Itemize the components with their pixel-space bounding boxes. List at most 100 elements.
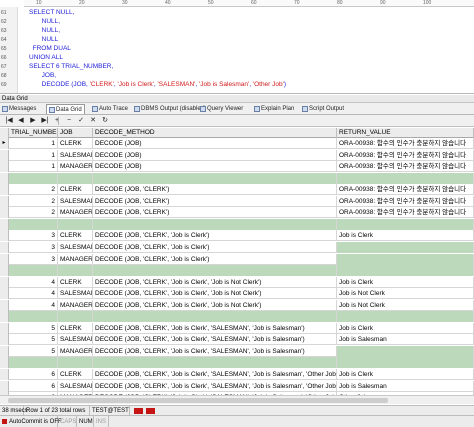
cell-job[interactable]: SALESMAN [58, 380, 93, 392]
row-indicator[interactable] [0, 161, 9, 173]
cell-return-value[interactable] [337, 218, 474, 230]
cell-job[interactable]: SALESMAN [58, 149, 93, 161]
cell-decode-method[interactable]: DECODE (JOB, 'CLERK', 'Job is Clerk', 'J… [93, 276, 337, 288]
table-row[interactable]: 4 MANAGER DECODE (JOB, 'CLERK', 'Job is Cl… [0, 299, 474, 311]
column-header-return-value[interactable]: RETURN_VALUE [337, 128, 474, 138]
separator-row[interactable] [0, 218, 474, 230]
cell-trial-number[interactable]: 1 [9, 149, 58, 161]
tab-messages[interactable]: Messages [2, 104, 36, 114]
cell-trial-number[interactable]: 4 [9, 288, 58, 300]
cell-return-value[interactable]: ORA-00938: 함수의 인수가 충분하지 않습니다 [337, 207, 474, 219]
table-row[interactable]: 1 MANAGER DECODE (JOB) ORA-00938: 함수의 인수가 충… [0, 161, 474, 173]
column-header-job[interactable]: JOB [58, 128, 93, 138]
cell-trial-number[interactable]: 6 [9, 369, 58, 380]
cell-decode-method[interactable]: DECODE (JOB, 'CLERK', 'Job is Clerk') [93, 253, 337, 265]
cell-job[interactable]: SALESMAN [58, 195, 93, 207]
cell-decode-method[interactable]: DECODE (JOB, 'CLERK', 'Job is Clerk', 'S… [93, 334, 337, 346]
cell-return-value[interactable]: Job is Salesman [337, 334, 474, 346]
row-indicator[interactable] [0, 253, 9, 265]
cell-decode-method[interactable]: DECODE (JOB, 'CLERK', 'Job is Clerk', 'J… [93, 299, 337, 311]
cell-decode-method[interactable] [93, 265, 337, 277]
cell-trial-number[interactable]: 1 [9, 161, 58, 173]
row-indicator[interactable] [0, 207, 9, 219]
table-row[interactable]: 3 CLERK DECODE (JOB, 'CLERK', 'Job is Cler… [0, 230, 474, 242]
cell-job[interactable]: MANAGER [58, 299, 93, 311]
tab-explain-plan[interactable]: Explain Plan [254, 104, 294, 114]
row-indicator[interactable] [0, 288, 9, 300]
cell-trial-number[interactable]: 2 [9, 195, 58, 207]
cell-decode-method[interactable]: DECODE (JOB, 'CLERK') [93, 207, 337, 219]
refresh-data-button[interactable]: ↻ [100, 116, 110, 126]
separator-row[interactable] [0, 172, 474, 184]
code-line[interactable]: 66 UNION ALL [0, 53, 474, 62]
tab-query-viewer[interactable]: Query Viewer [200, 104, 243, 114]
cell-decode-method[interactable]: DECODE (JOB, 'CLERK') [93, 184, 337, 196]
row-indicator[interactable] [0, 218, 9, 230]
cell-decode-method[interactable]: DECODE (JOB, 'CLERK', 'Job is Clerk', 'J… [93, 288, 337, 300]
cell-decode-method[interactable]: DECODE (JOB) [93, 149, 337, 161]
tab-auto-trace[interactable]: Auto Trace [92, 104, 128, 114]
separator-row[interactable] [0, 265, 474, 277]
cell-job[interactable]: MANAGER [58, 345, 93, 357]
row-indicator[interactable] [0, 299, 9, 311]
cell-trial-number[interactable]: 2 [9, 184, 58, 196]
cell-return-value[interactable] [337, 253, 474, 265]
table-row[interactable]: 5 SALESMAN DECODE (JOB, 'CLERK', 'Job is C… [0, 334, 474, 346]
cell-job[interactable]: SALESMAN [58, 334, 93, 346]
cell-decode-method[interactable] [93, 172, 337, 184]
insert-record-button[interactable]: + [52, 116, 62, 126]
cell-trial-number[interactable] [9, 265, 58, 277]
cell-decode-method[interactable] [93, 311, 337, 323]
table-row[interactable]: 2 SALESMAN DECODE (JOB, 'CLERK') ORA-00938:… [0, 195, 474, 207]
code-line[interactable]: 62 NULL, [0, 17, 474, 26]
cell-trial-number[interactable]: 5 [9, 345, 58, 357]
table-row[interactable]: 6 CLERK DECODE (JOB, 'CLERK', 'Job is Cler… [0, 369, 474, 380]
cell-return-value[interactable]: Job is Clerk [337, 276, 474, 288]
cell-return-value[interactable]: Job is Not Clerk [337, 299, 474, 311]
row-indicator[interactable] [0, 311, 9, 323]
next-record-button[interactable]: ▶ [28, 116, 38, 126]
prior-record-button[interactable]: ◀ [16, 116, 26, 126]
cell-job[interactable]: CLERK [58, 276, 93, 288]
cell-trial-number[interactable]: 3 [9, 241, 58, 253]
cell-job[interactable]: SALESMAN [58, 241, 93, 253]
cell-trial-number[interactable] [9, 311, 58, 323]
cell-return-value[interactable]: ORA-00938: 함수의 인수가 충분하지 않습니다 [337, 184, 474, 196]
row-indicator[interactable] [0, 369, 9, 380]
cell-trial-number[interactable]: 3 [9, 230, 58, 242]
cell-trial-number[interactable]: 3 [9, 253, 58, 265]
row-indicator[interactable] [0, 265, 9, 277]
code-line[interactable]: 64 NULL [0, 35, 474, 44]
table-row[interactable]: 4 CLERK DECODE (JOB, 'CLERK', 'Job is Cler… [0, 276, 474, 288]
code-line[interactable]: 67 SELECT 6 TRIAL_NUMBER, [0, 62, 474, 71]
row-indicator[interactable] [0, 241, 9, 253]
code-line[interactable]: 68 JOB, [0, 71, 474, 80]
post-edit-button[interactable]: ✓ [76, 116, 86, 126]
cell-job[interactable] [58, 172, 93, 184]
table-row[interactable]: 2 MANAGER DECODE (JOB, 'CLERK') ORA-00938: … [0, 207, 474, 219]
cell-decode-method[interactable]: DECODE (JOB, 'CLERK', 'Job is Clerk', 'S… [93, 322, 337, 334]
cell-return-value[interactable]: ORA-00938: 함수의 인수가 충분하지 않습니다 [337, 138, 474, 149]
table-row[interactable]: 4 SALESMAN DECODE (JOB, 'CLERK', 'Job is C… [0, 288, 474, 300]
table-row[interactable]: 3 MANAGER DECODE (JOB, 'CLERK', 'Job is Cl… [0, 253, 474, 265]
cell-decode-method[interactable]: DECODE (JOB, 'CLERK', 'Job is Clerk') [93, 230, 337, 242]
cell-return-value[interactable]: Job is Clerk [337, 230, 474, 242]
cell-job[interactable]: MANAGER [58, 207, 93, 219]
delete-record-button[interactable]: − [64, 116, 74, 126]
cell-return-value[interactable] [337, 172, 474, 184]
cell-decode-method[interactable] [93, 357, 337, 369]
autocommit-status[interactable]: AutoCommit is OFF [0, 416, 62, 427]
table-row[interactable]: 5 CLERK DECODE (JOB, 'CLERK', 'Job is Cler… [0, 322, 474, 334]
cell-job[interactable] [58, 311, 93, 323]
cell-trial-number[interactable]: 2 [9, 207, 58, 219]
cell-return-value[interactable]: Job is Not Clerk [337, 288, 474, 300]
cell-job[interactable]: MANAGER [58, 161, 93, 173]
cell-return-value[interactable] [337, 241, 474, 253]
column-header-decode-method[interactable]: DECODE_METHOD [93, 128, 337, 138]
cell-return-value[interactable] [337, 265, 474, 277]
cell-trial-number[interactable]: 5 [9, 322, 58, 334]
cell-job[interactable]: CLERK [58, 138, 93, 149]
cell-return-value[interactable]: Job is Salesman [337, 380, 474, 392]
tab-data-grid[interactable]: Data Grid [46, 104, 85, 114]
cell-return-value[interactable]: Job is Clerk [337, 322, 474, 334]
